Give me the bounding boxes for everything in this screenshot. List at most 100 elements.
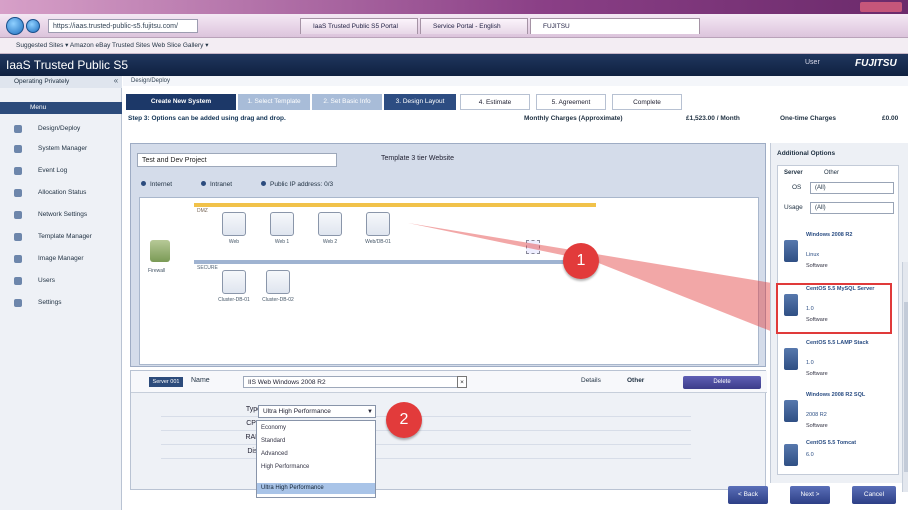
tab-details[interactable]: Details xyxy=(581,377,601,384)
tab-other[interactable]: Other xyxy=(627,377,644,384)
system-name-input[interactable]: Test and Dev Project xyxy=(137,153,337,167)
delete-button[interactable]: Delete xyxy=(683,376,761,389)
window-controls[interactable] xyxy=(860,2,902,12)
clear-icon[interactable]: × xyxy=(457,376,467,388)
radio-intranet[interactable]: Intranet xyxy=(201,181,232,188)
sidebar-item-system-manager[interactable]: System Manager xyxy=(0,140,122,158)
browser-title-bar xyxy=(0,0,908,14)
option-version: Linux xyxy=(806,252,820,258)
firewall-icon[interactable] xyxy=(150,240,170,262)
browser-tab-active[interactable]: FUJITSU xyxy=(530,18,700,34)
dropdown-option[interactable]: Economy xyxy=(257,423,375,434)
browser-tab[interactable]: IaaS Trusted Public S5 Portal xyxy=(300,18,418,34)
dmz-network-bar xyxy=(194,203,596,207)
secure-network-bar xyxy=(194,260,596,264)
option-name: Windows 2008 R2 xyxy=(806,232,853,238)
sidebar-item-label: Allocation Status xyxy=(38,189,87,196)
scrollbar-thumb[interactable] xyxy=(904,302,908,472)
dropdown-option[interactable]: High Performance xyxy=(257,462,375,473)
option-item[interactable]: CentOS 5.5 Tomcat 6.0 xyxy=(784,438,894,472)
server-label: Cluster-DB-02 xyxy=(262,297,294,303)
server-icon[interactable] xyxy=(318,212,342,236)
server-image-icon xyxy=(784,444,798,466)
sidebar-header: Operating Privately xyxy=(0,76,122,88)
step-basic-info[interactable]: 2. Set Basic Info xyxy=(312,94,382,110)
dropdown-option[interactable]: Standard xyxy=(257,436,375,447)
app-title: IaaS Trusted Public S5 xyxy=(6,58,129,72)
favorites-bar[interactable]: Suggested Sites ▾ Amazon eBay Trusted Si… xyxy=(0,38,908,54)
option-item[interactable]: Windows 2008 R2 Linux Software xyxy=(784,230,894,282)
server-icon[interactable] xyxy=(366,212,390,236)
option-item[interactable]: Windows 2008 R2 SQL 2008 R2 Software xyxy=(784,390,894,442)
sidebar-item-design-deploy[interactable]: Design/Deploy xyxy=(0,120,122,138)
options-scrollbar[interactable] xyxy=(902,262,908,492)
sidebar-item-image[interactable]: Image Manager xyxy=(0,250,122,268)
dropdown-option[interactable]: Advanced xyxy=(257,449,375,460)
server-icon[interactable] xyxy=(266,270,290,294)
properties-panel: Server 001 Name IIS Web Windows 2008 R2 … xyxy=(130,370,767,490)
design-canvas: Test and Dev Project Template 3 tier Web… xyxy=(130,143,766,367)
forward-arrow-icon[interactable] xyxy=(26,19,40,33)
type-select-value: Ultra High Performance xyxy=(263,408,331,415)
step-estimate[interactable]: 4. Estimate xyxy=(460,94,530,110)
onetime-value: £0.00 xyxy=(882,115,899,122)
cancel-button[interactable]: Cancel xyxy=(852,486,896,504)
step-complete[interactable]: Complete xyxy=(612,94,682,110)
server-icon[interactable] xyxy=(222,270,246,294)
sidebar-item-label: Settings xyxy=(38,299,62,306)
back-button[interactable]: < Back xyxy=(728,486,768,504)
sidebar-item-label: Users xyxy=(38,277,55,284)
server-label: Web 2 xyxy=(322,239,338,245)
server-name-input[interactable]: IIS Web Windows 2008 R2 xyxy=(243,376,461,388)
sidebar-item-network[interactable]: Network Settings xyxy=(0,206,122,224)
secure-label: SECURE xyxy=(197,265,218,271)
dropdown-option-selected[interactable]: Ultra High Performance xyxy=(257,483,375,494)
server-icon[interactable] xyxy=(222,212,246,236)
step-select-template[interactable]: 1. Select Template xyxy=(238,94,310,110)
option-version: 6.0 xyxy=(806,452,814,458)
type-select[interactable]: Ultra High Performance ▼ xyxy=(258,405,376,418)
sidebar-item-allocation[interactable]: Allocation Status xyxy=(0,184,122,202)
app-header: IaaS Trusted Public S5 User FUJITSU xyxy=(0,54,908,76)
server-image-icon xyxy=(784,400,798,422)
sidebar-item-event-log[interactable]: Event Log xyxy=(0,162,122,180)
usage-select[interactable]: (All) xyxy=(810,202,894,214)
network-diagram[interactable]: DMZ SECURE Firewall Web Web 1 Web 2 Web/… xyxy=(139,197,759,365)
server-tag: Server 001 xyxy=(149,377,183,387)
sidebar-item-users[interactable]: Users xyxy=(0,272,122,290)
os-label: OS xyxy=(792,184,802,191)
option-item[interactable]: CentOS 5.5 LAMP Stack 1.0 Software xyxy=(784,338,894,390)
option-software: Software xyxy=(806,423,828,429)
allocation-icon xyxy=(14,189,22,197)
os-select[interactable]: (All) xyxy=(810,182,894,194)
browser-tab[interactable]: Service Portal - English xyxy=(420,18,528,34)
users-icon xyxy=(14,277,22,285)
tab-other[interactable]: Other xyxy=(824,170,839,176)
collapse-icon[interactable]: « xyxy=(110,76,122,88)
sidebar-item-label: Menu xyxy=(30,104,47,111)
url-input[interactable]: https://iaas.trusted-public-s5.fujitsu.c… xyxy=(48,19,198,33)
prop-row-cpu: CPU xyxy=(161,419,691,431)
step-agreement[interactable]: 5. Agreement xyxy=(536,94,606,110)
user-menu[interactable]: User xyxy=(805,59,820,66)
onetime-label: One-time Charges xyxy=(780,115,836,122)
sidebar-item-menu[interactable]: Menu xyxy=(0,102,122,114)
tab-server[interactable]: Server xyxy=(784,170,803,176)
back-arrow-icon[interactable] xyxy=(6,17,24,35)
sidebar-item-label: Image Manager xyxy=(38,255,84,262)
image-icon xyxy=(14,255,22,263)
callout-badge: 2 xyxy=(386,402,422,438)
monthly-label: Monthly Charges (Approximate) xyxy=(524,115,623,122)
radio-internet[interactable]: Internet xyxy=(141,181,172,188)
prop-label: Disk xyxy=(247,448,261,455)
next-button[interactable]: Next > xyxy=(790,486,830,504)
radio-icon xyxy=(201,181,206,186)
sidebar-item-template[interactable]: Template Manager xyxy=(0,228,122,246)
server-icon[interactable] xyxy=(270,212,294,236)
step-design-layout[interactable]: 3. Design Layout xyxy=(384,94,456,110)
option-version: 1.0 xyxy=(806,360,814,366)
sidebar-item-label: System Manager xyxy=(38,145,88,152)
option-version: 2008 R2 xyxy=(806,412,827,418)
fujitsu-logo: FUJITSU xyxy=(855,58,897,69)
sidebar-item-settings[interactable]: Settings xyxy=(0,294,122,312)
